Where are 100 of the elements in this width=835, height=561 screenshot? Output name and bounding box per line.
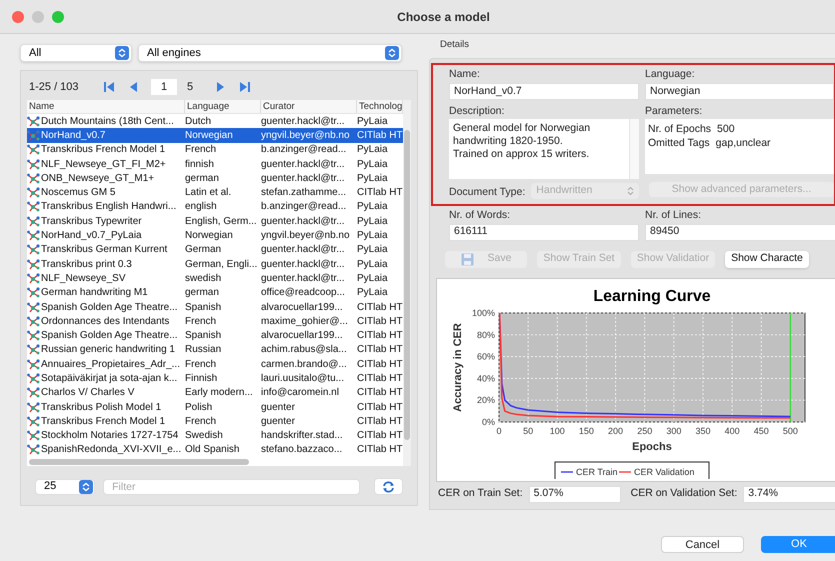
table-row[interactable]: NLF_Newseye_SV swedish guenter.hackl@tr... PyLaia (27, 271, 404, 286)
table-row[interactable]: NLF_Newseye_GT_FI_M2+ finnish guenter.hackl@tr... PyLaia (27, 156, 404, 172)
table-cell-text: CITlab HT (357, 300, 404, 315)
table-row[interactable]: NorHand_v0.7 Norwegian yngvil.beyer@nb.no CITlab HT (27, 128, 404, 143)
field-label: Nr. of Words: (449, 208, 512, 223)
model-icon (27, 158, 40, 170)
y-tick-label: 0% (482, 416, 495, 427)
lines-field[interactable]: 89450 (645, 224, 835, 241)
table-cell-text: guenter.hackl@tr... (261, 172, 346, 186)
refresh-button[interactable] (374, 478, 403, 495)
model-icon (27, 344, 40, 356)
table-row[interactable]: Transkribus Typewriter English, Germ... guenter.hackl@tr... PyLaia (27, 214, 404, 228)
table-cell: NLF_Newseye_GT_FI_M2+ (27, 156, 185, 172)
column-header[interactable]: Language (185, 100, 261, 113)
page-field[interactable]: 1 (151, 78, 177, 96)
table-cell: Noscemus GM 5 (27, 185, 185, 200)
table-cell-text: yngvil.beyer@nb.no (261, 229, 351, 244)
table-row[interactable]: Transkribus Polish Model 1 Polish guenter CITlab HT (27, 400, 404, 414)
model-icon (27, 358, 40, 370)
first-page-icon[interactable] (103, 80, 117, 94)
filter-field[interactable]: Filter (103, 478, 360, 494)
cer-train-field: 5.07% (528, 486, 621, 503)
table-cell-text: CITlab HT (357, 414, 404, 429)
last-page-icon[interactable] (237, 80, 251, 94)
model-icon (27, 402, 40, 413)
table-cell-text: Latin et al. (185, 186, 232, 200)
model-icon (27, 130, 40, 141)
result-range: 1-25 / 103 (29, 80, 80, 95)
column-header[interactable]: Curator (261, 100, 357, 113)
table-cell-text: alvarocuellar199... (261, 300, 344, 315)
table-row[interactable]: Transkribus French Model 1 French guenter CITlab HT (27, 414, 404, 429)
table-cell-text: Old Spanish (185, 443, 240, 458)
table-cell-text: german (185, 172, 220, 186)
table-row[interactable]: Dutch Mountains (18th Cent... Dutch guenter.hackl@tr... PyLaia (27, 114, 404, 128)
table-row[interactable]: Spanish Golden Age Theatre... Spanish alvarocuellar199... CITlab HT (27, 328, 404, 343)
x-tick-label: 300 (666, 426, 682, 436)
x-tick-label: 250 (637, 426, 652, 436)
cancel-button[interactable]: Cancel (661, 536, 744, 553)
table-row[interactable]: Spanish Golden Age Theatre... Spanish alvarocuellar199... CITlab HT (27, 300, 404, 314)
table-cell-text: CITlab HT (357, 400, 404, 415)
x-tick-label: 0 (496, 426, 502, 436)
words-field[interactable]: 616111 (449, 224, 639, 241)
table-cell: Annuaires_Propietaires_Adr_... (27, 356, 185, 372)
model-icon (27, 187, 40, 198)
x-tick-label: 150 (578, 426, 594, 436)
field-label: CER on Validation Set: (630, 486, 738, 502)
table-row[interactable]: Russian generic handwriting 1 Russian achim.rabus@sla... CITlab HT (27, 342, 404, 358)
action-button[interactable]: Show Characte (725, 250, 809, 268)
table-cell-text: stefan.zathamme... (261, 186, 348, 200)
table-row[interactable]: NorHand_v0.7_PyLaia Norwegian yngvil.beyer@nb.no PyLaia (27, 228, 404, 243)
model-icon (27, 287, 40, 298)
model-icon (27, 144, 40, 156)
table-cell-text: PyLaia (357, 158, 389, 172)
table-row[interactable]: Transkribus English Handwri... english b.anzinger@read... PyLaia (27, 200, 404, 214)
table-cell-text: Finnish (185, 372, 218, 386)
table-cell-text: stefano.bazzaco... (261, 443, 344, 458)
cer-validation-field: 3.74% (743, 486, 835, 503)
table-cell-text: PyLaia (357, 172, 389, 186)
table-row[interactable]: Sotapäiväkirjat ja sota-ajan k... Finnish lauri.uusitalo@tu... CITlab HT (27, 371, 404, 386)
table-cell-text: PyLaia (357, 272, 389, 286)
model-icon (27, 430, 40, 442)
table-cell: Dutch Mountains (18th Cent... (27, 114, 185, 129)
table-cell-text: CITlab HT (357, 128, 404, 143)
table-cell-text: alvarocuellar199... (261, 329, 344, 344)
engine-select[interactable]: All engines (138, 44, 402, 62)
table-row[interactable]: Transkribus French Model 1 French b.anzinger@read... PyLaia (27, 142, 404, 157)
table-cell: NorHand_v0.7 (27, 128, 185, 143)
y-tick-label: 80% (476, 330, 495, 340)
page-size-select[interactable]: 25 (35, 478, 96, 494)
close-button[interactable] (12, 10, 24, 22)
table-row[interactable]: Charlos V/ Charles V Early modern... info@caromein.nl CITlab HT (27, 386, 404, 400)
column-header[interactable]: Name (27, 100, 185, 113)
description-field[interactable]: General model for Norwegian handwriting 1820-1950. Trained on approx 15 writers. (449, 119, 639, 179)
table-cell: ONB_Newseye_GT_M1+ (27, 170, 185, 186)
table-row[interactable]: ONB_Newseye_GT_M1+ german guenter.hackl@tr... PyLaia (27, 171, 404, 186)
table-cell: Transkribus English Handwri... (27, 199, 185, 214)
table-row[interactable]: Ordonnances des Intendants French maxime_gohier@... CITlab HT (27, 314, 404, 328)
vertical-scrollbar[interactable] (403, 100, 411, 466)
table-cell-text: French (185, 143, 218, 158)
table-row[interactable]: Transkribus German Kurrent German guenter.hackl@tr... PyLaia (27, 242, 404, 257)
type-select[interactable]: All (20, 44, 132, 62)
table-row[interactable]: Annuaires_Propietaires_Adr_... French carmen.brando@... CITlab HT (27, 357, 404, 372)
table-cell: Stockholm Notaries 1727-1754 (27, 428, 185, 444)
table-row[interactable]: SpanishRedonda_XVI-XVII_e... Old Spanish stefano.bazzaco... CITlab HT (27, 442, 404, 458)
table-row[interactable]: Transkribus print 0.3 German, Engli... guenter.hackl@tr... PyLaia (27, 256, 404, 272)
table-cell-text: CITlab HT (357, 186, 404, 200)
zoom-button[interactable] (52, 10, 64, 22)
model-icon (27, 116, 40, 127)
table-cell-text: CITlab HT (357, 386, 404, 400)
page-count: 5 (187, 80, 194, 95)
model-icon (27, 201, 40, 212)
table-row[interactable]: Noscemus GM 5 Latin et al. stefan.zathamme... CITlab HT (27, 185, 404, 200)
table-row[interactable]: Stockholm Notaries 1727-1754 Swedish handskrifter.stad... CITlab HT (27, 428, 404, 443)
model-icon (27, 244, 40, 256)
field-label: Name: (449, 67, 481, 82)
name-field[interactable]: NorHand_v0.7 (449, 83, 639, 100)
horizontal-scrollbar[interactable] (29, 459, 249, 465)
language-field[interactable]: Norwegian (645, 83, 834, 100)
table-row[interactable]: German handwriting M1 german office@readcoop... PyLaia (27, 286, 404, 300)
table-cell: Transkribus print 0.3 (27, 256, 185, 272)
